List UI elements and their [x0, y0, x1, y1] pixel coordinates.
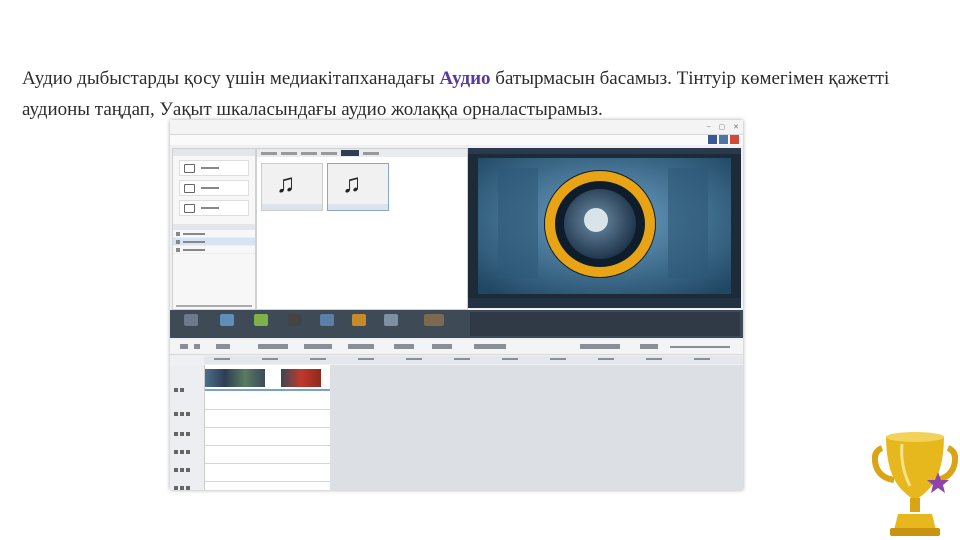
toolbar-item-selected	[220, 314, 234, 326]
timeline-edit-toolbar	[170, 340, 743, 355]
library-folder-selected	[173, 238, 255, 246]
trophy-icon	[872, 432, 958, 536]
toolbar-item	[288, 314, 302, 326]
timeline-ruler	[204, 356, 743, 364]
window-controls: – ▢ ✕	[706, 123, 739, 131]
audio-tile-selected: ♫	[327, 163, 389, 211]
library-folder	[173, 246, 255, 254]
player-controls	[470, 312, 740, 336]
speaker-video-frame	[478, 158, 731, 294]
library-folder	[173, 230, 255, 238]
monitor-icon	[184, 203, 195, 213]
media-library-panel: ♫ ♫	[256, 148, 468, 310]
toolbar-item	[352, 314, 366, 326]
audio-tile: ♫	[261, 163, 323, 211]
screen-button	[179, 200, 249, 216]
track-headers	[170, 365, 205, 490]
plus-icon	[184, 163, 195, 173]
tab-audio-active	[341, 150, 359, 156]
toolbar-item	[320, 314, 334, 326]
main-toolbar	[170, 310, 743, 338]
window-titlebar: – ▢ ✕	[170, 120, 743, 135]
audio-button-name: Аудио	[439, 68, 491, 89]
camera-icon	[184, 183, 195, 193]
music-note-icon: ♫	[342, 168, 362, 198]
toolbar-item	[184, 314, 198, 326]
record-button	[179, 180, 249, 196]
preview-player	[468, 148, 741, 308]
music-note-icon: ♫	[276, 168, 296, 198]
library-tabs	[257, 149, 467, 157]
menu-bar	[170, 135, 743, 145]
video-clip	[281, 369, 321, 387]
toolbar-item	[384, 314, 398, 326]
social-buttons	[708, 135, 739, 144]
video-clip	[205, 369, 265, 387]
toolbar-item	[424, 314, 444, 326]
timeline-tracks	[205, 365, 743, 490]
video-editor-screenshot: – ▢ ✕ ♫ ♫	[170, 120, 743, 490]
add-button	[179, 160, 249, 176]
instruction-text-part1: Аудио дыбыстарды қосу үшін медиакітапхан…	[22, 68, 440, 89]
instruction-paragraph: Аудио дыбыстарды қосу үшін медиакітапхан…	[22, 63, 952, 125]
toolbar-item	[254, 314, 268, 326]
media-library-sidebar	[172, 148, 256, 310]
